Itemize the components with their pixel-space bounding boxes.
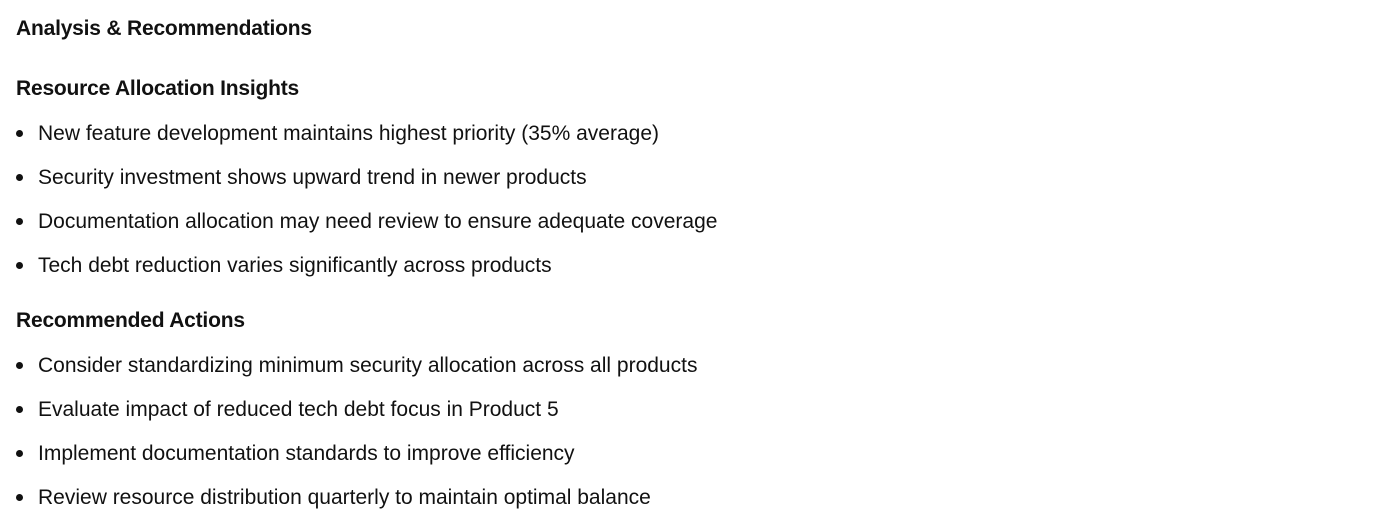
list-item-text: Tech debt reduction varies significantly… xyxy=(38,254,552,277)
list-item: Documentation allocation may need review… xyxy=(16,209,717,234)
list-item-text: New feature development maintains highes… xyxy=(38,122,659,145)
list-item: Consider standardizing minimum security … xyxy=(16,353,697,378)
bullet-icon xyxy=(16,174,23,181)
list-item: Review resource distribution quarterly t… xyxy=(16,485,697,510)
bullet-icon xyxy=(16,262,23,269)
bullet-icon xyxy=(16,130,23,137)
list-item-text: Security investment shows upward trend i… xyxy=(38,166,587,189)
section-resource-allocation-insights: Resource Allocation Insights New feature… xyxy=(16,77,717,278)
bullet-icon xyxy=(16,362,23,369)
bullet-icon xyxy=(16,494,23,501)
list-item: Tech debt reduction varies significantly… xyxy=(16,253,717,278)
bullet-icon xyxy=(16,450,23,457)
actions-list: Consider standardizing minimum security … xyxy=(16,353,697,510)
section-heading: Recommended Actions xyxy=(16,309,245,332)
list-item-text: Review resource distribution quarterly t… xyxy=(38,486,651,509)
page-title: Analysis & Recommendations xyxy=(16,17,312,40)
list-item: Security investment shows upward trend i… xyxy=(16,165,717,190)
list-item: Implement documentation standards to imp… xyxy=(16,441,697,466)
list-item: New feature development maintains highes… xyxy=(16,121,717,146)
bullet-icon xyxy=(16,218,23,225)
insights-list: New feature development maintains highes… xyxy=(16,121,717,278)
list-item-text: Documentation allocation may need review… xyxy=(38,210,718,233)
list-item-text: Consider standardizing minimum security … xyxy=(38,354,698,377)
section-heading: Resource Allocation Insights xyxy=(16,77,300,100)
list-item-text: Evaluate impact of reduced tech debt foc… xyxy=(38,398,559,421)
list-item: Evaluate impact of reduced tech debt foc… xyxy=(16,397,697,422)
list-item-text: Implement documentation standards to imp… xyxy=(38,442,575,465)
section-recommended-actions: Recommended Actions Consider standardizi… xyxy=(16,309,697,510)
bullet-icon xyxy=(16,406,23,413)
